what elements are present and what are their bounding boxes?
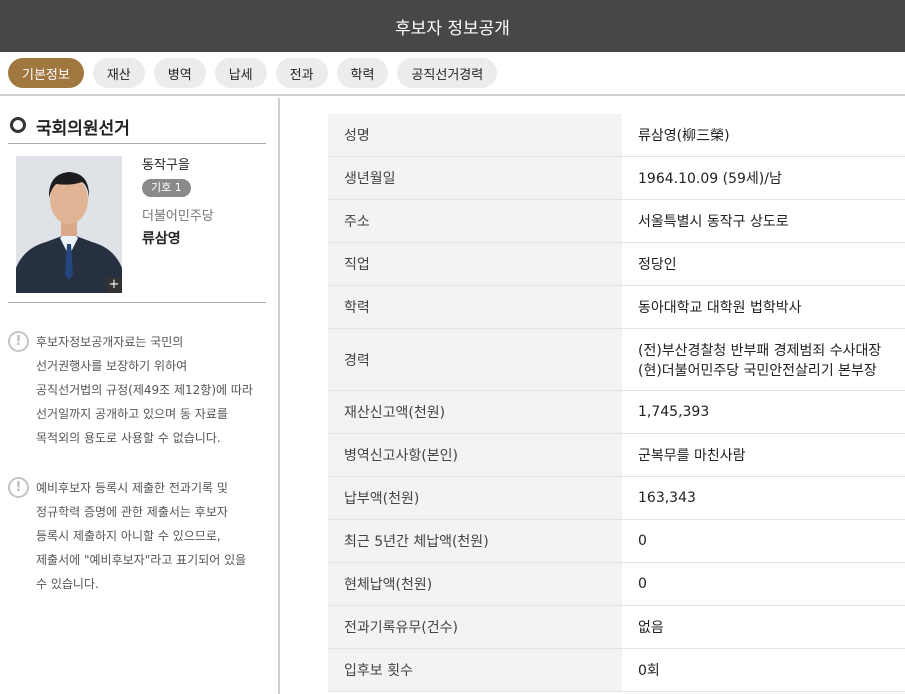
info-value: 0 xyxy=(622,563,905,605)
photo-expand-icon[interactable]: + xyxy=(106,277,122,293)
info-row-education: 학력 동아대학교 대학원 법학박사 xyxy=(328,286,905,329)
candidate-sidebar: 국회의원선거 + 동작구을 기호 1 더불어민주당 류삼영 ! 후보자정보공개자… xyxy=(0,98,280,694)
info-value: 서울특별시 동작구 상도로 xyxy=(622,200,905,242)
info-row-criminal-record: 전과기록유무(건수) 없음 xyxy=(328,606,905,649)
info-value: 동아대학교 대학원 법학박사 xyxy=(622,286,905,328)
notice-line: 후보자정보공개자료는 국민의 xyxy=(36,335,184,349)
info-label: 직업 xyxy=(328,243,622,285)
notice-line: 목적외의 용도로 사용할 수 없습니다. xyxy=(36,431,221,445)
info-row-property: 재산신고액(천원) 1,745,393 xyxy=(328,391,905,434)
info-row-military: 병역신고사항(본인) 군복무를 마친사람 xyxy=(328,434,905,477)
info-value: 1,745,393 xyxy=(622,391,905,433)
info-value-text: 없음 xyxy=(638,620,664,636)
info-label: 병역신고사항(본인) xyxy=(328,434,622,476)
notice-line: 선거일까지 공개하고 있으며 동 자료를 xyxy=(36,407,228,421)
candidate-number-badge: 기호 1 xyxy=(142,179,191,197)
info-row-candidacy-count: 입후보 횟수 0회 xyxy=(328,649,905,692)
info-row-occupation: 직업 정당인 xyxy=(328,243,905,286)
info-value: 0 xyxy=(622,520,905,562)
tab-basic-info[interactable]: 기본정보 xyxy=(8,58,84,88)
tab-education[interactable]: 학력 xyxy=(336,58,389,88)
info-value: 163,343 xyxy=(622,477,905,519)
preliminary-candidate-notice: ! 예비후보자 등록시 제출한 전과기록 및 정규학력 증명에 관한 제출서는 … xyxy=(8,476,270,596)
exclamation-circle-icon: ! xyxy=(8,477,29,498)
candidate-photo[interactable]: + xyxy=(16,156,122,293)
notice-line: 공직선거법의 규정(제49조 제12항)에 따라 xyxy=(36,383,253,397)
info-value-text: 0 xyxy=(638,576,647,592)
tab-property[interactable]: 재산 xyxy=(92,58,145,88)
info-value: 군복무를 마친사람 xyxy=(622,434,905,476)
info-value-text: 1964.10.09 (59세)/남 xyxy=(638,171,782,187)
tab-bar: 기본정보 재산 병역 납세 전과 학력 공직선거경력 xyxy=(0,52,905,96)
candidate-info-table: 성명 류삼영(柳三榮) 생년월일 1964.10.09 (59세)/남 주소 서… xyxy=(328,114,905,692)
info-value-text: 1,745,393 xyxy=(638,404,710,420)
candidate-party: 더불어민주당 xyxy=(142,209,214,224)
disclosure-notice: ! 후보자정보공개자료는 국민의 선거권행사를 보장하기 위하여 공직선거법의 … xyxy=(8,330,270,450)
election-title: 국회의원선거 xyxy=(8,114,266,144)
notice-line: 등록시 제출하지 아니할 수 있으므로, xyxy=(36,529,221,543)
candidate-district: 동작구을 xyxy=(142,158,190,173)
info-value-text: 163,343 xyxy=(638,490,696,506)
info-row-tax-paid: 납부액(천원) 163,343 xyxy=(328,477,905,520)
info-row-arrears-5y: 최근 5년간 체납액(천원) 0 xyxy=(328,520,905,563)
info-label: 최근 5년간 체납액(천원) xyxy=(328,520,622,562)
info-value: 정당인 xyxy=(622,243,905,285)
info-value-text: 정당인 xyxy=(638,257,677,273)
info-row-address: 주소 서울특별시 동작구 상도로 xyxy=(328,200,905,243)
info-label: 납부액(천원) xyxy=(328,477,622,519)
info-value: (전)부산경찰청 반부패 경제범죄 수사대장 (현)더불어민주당 국민안전살리기… xyxy=(622,329,905,390)
info-row-current-arrears: 현체납액(천원) 0 xyxy=(328,563,905,606)
info-label: 전과기록유무(건수) xyxy=(328,606,622,648)
info-value: 0회 xyxy=(622,649,905,691)
info-label: 경력 xyxy=(328,329,622,390)
info-label: 학력 xyxy=(328,286,622,328)
info-value-text: (전)부산경찰청 반부패 경제범죄 수사대장 xyxy=(638,342,882,359)
info-row-name: 성명 류삼영(柳三榮) xyxy=(328,114,905,157)
notice-line: 선거권행사를 보장하기 위하여 xyxy=(36,359,188,373)
info-label: 성명 xyxy=(328,114,622,156)
candidate-portrait-image xyxy=(16,156,122,293)
info-value-text: 0회 xyxy=(638,663,660,679)
notice-text: 예비후보자 등록시 제출한 전과기록 및 정규학력 증명에 관한 제출서는 후보… xyxy=(36,476,246,596)
notice-line: 수 있습니다. xyxy=(36,577,99,591)
sidebar-divider xyxy=(8,302,266,303)
info-value: 류삼영(柳三榮) xyxy=(622,114,905,156)
info-value: 없음 xyxy=(622,606,905,648)
info-value: 1964.10.09 (59세)/남 xyxy=(622,157,905,199)
notice-line: 정규학력 증명에 관한 제출서는 후보자 xyxy=(36,505,228,519)
info-label: 주소 xyxy=(328,200,622,242)
info-label: 생년월일 xyxy=(328,157,622,199)
info-value-text: 류삼영(柳三榮) xyxy=(638,128,730,144)
window-title: 후보자 정보공개 xyxy=(395,18,510,39)
info-value-text: 군복무를 마친사람 xyxy=(638,448,746,464)
info-value-text: 동아대학교 대학원 법학박사 xyxy=(638,300,802,316)
info-value-text: 0 xyxy=(638,533,647,549)
notice-line: 제출서에 "예비후보자"라고 표기되어 있을 xyxy=(36,553,247,567)
info-value-text: (현)더불어민주당 국민안전살리기 본부장 xyxy=(638,362,877,379)
candidate-summary: 동작구을 기호 1 더불어민주당 류삼영 xyxy=(142,154,272,248)
tab-tax-payment[interactable]: 납세 xyxy=(214,58,267,88)
candidate-name: 류삼영 xyxy=(142,231,181,247)
info-label: 재산신고액(천원) xyxy=(328,391,622,433)
window-title-bar: 후보자 정보공개 xyxy=(0,0,905,52)
notice-text: 후보자정보공개자료는 국민의 선거권행사를 보장하기 위하여 공직선거법의 규정… xyxy=(36,330,253,450)
tab-military-service[interactable]: 병역 xyxy=(153,58,206,88)
info-label: 입후보 횟수 xyxy=(328,649,622,691)
info-label: 현체납액(천원) xyxy=(328,563,622,605)
info-row-career: 경력 (전)부산경찰청 반부패 경제범죄 수사대장 (현)더불어민주당 국민안전… xyxy=(328,329,905,391)
tab-criminal-record[interactable]: 전과 xyxy=(275,58,328,88)
tab-public-office-history[interactable]: 공직선거경력 xyxy=(397,58,498,88)
info-row-birthdate: 생년월일 1964.10.09 (59세)/남 xyxy=(328,157,905,200)
election-title-text: 국회의원선거 xyxy=(36,119,130,139)
circle-bullet-icon xyxy=(10,117,26,133)
notice-line: 예비후보자 등록시 제출한 전과기록 및 xyxy=(36,481,228,495)
exclamation-circle-icon: ! xyxy=(8,331,29,352)
info-value-text: 서울특별시 동작구 상도로 xyxy=(638,214,789,230)
